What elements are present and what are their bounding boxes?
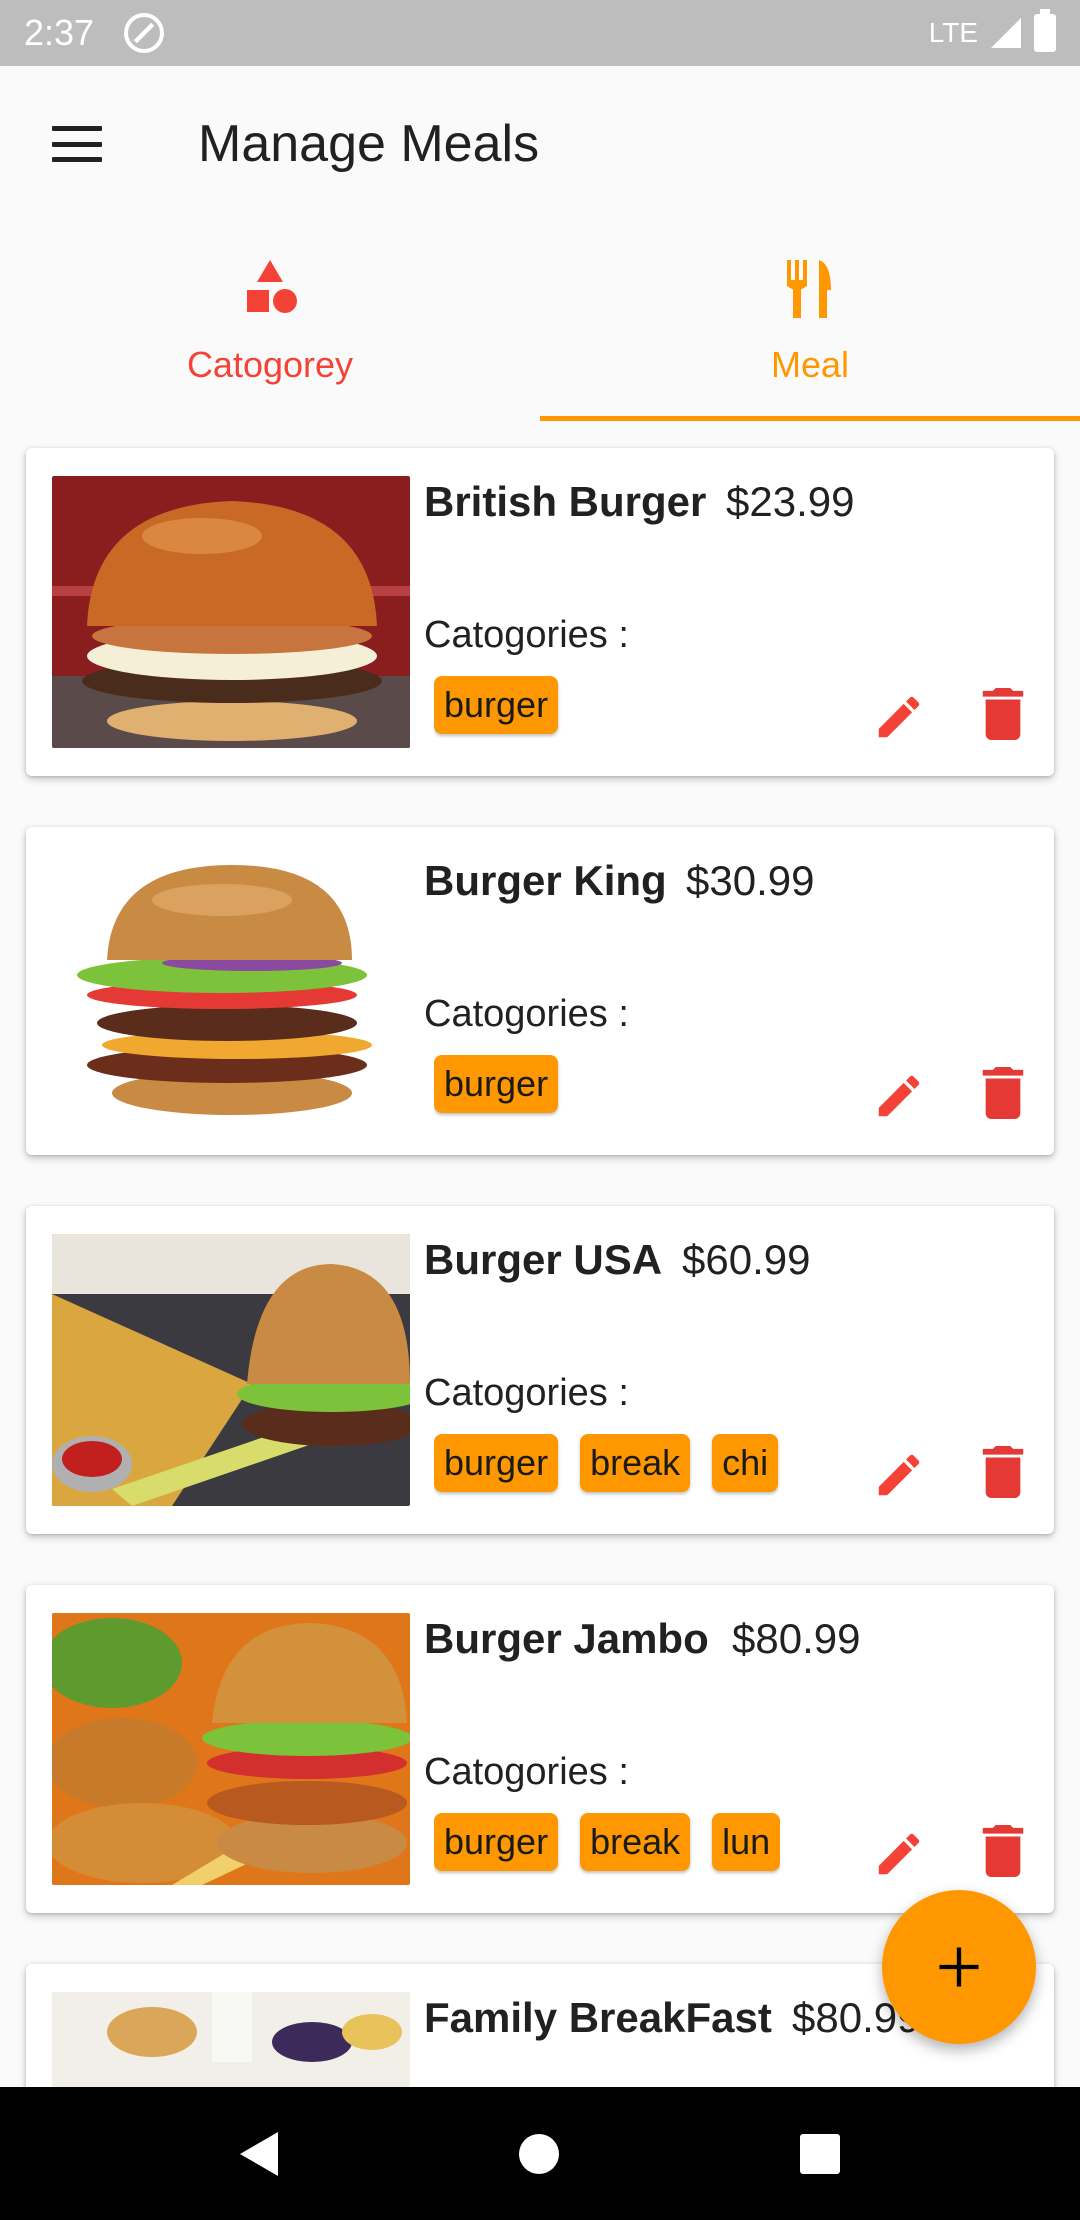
categories-label: Catogories : xyxy=(424,1751,629,1793)
tab-meal[interactable]: Meal xyxy=(540,224,1080,424)
meal-image xyxy=(52,476,410,748)
edit-icon[interactable] xyxy=(872,1448,926,1502)
status-time: 2:37 xyxy=(24,12,95,53)
delete-icon[interactable] xyxy=(982,688,1024,740)
category-chips: burger break lun xyxy=(434,1813,780,1883)
signal-icon xyxy=(991,18,1021,48)
meal-price: $80.99 xyxy=(732,1615,861,1662)
meal-image xyxy=(52,1234,410,1506)
category-chips: burger break chi xyxy=(434,1434,780,1504)
status-icons: LTE xyxy=(928,9,1056,52)
category-chip: burger xyxy=(434,1434,559,1492)
delete-icon[interactable] xyxy=(982,1446,1024,1498)
category-chip: break xyxy=(580,1434,691,1492)
page-title: Manage Meals xyxy=(198,115,540,173)
tab-bar: Catogorey Meal xyxy=(0,224,1080,424)
category-shapes-icon xyxy=(247,260,297,313)
status-bar: 2:37 LTE xyxy=(0,0,1080,66)
category-chips: burger xyxy=(434,676,780,746)
sync-icon xyxy=(124,13,165,53)
recents-icon[interactable] xyxy=(799,2133,840,2174)
categories-label: Catogories : xyxy=(424,993,629,1035)
system-nav-bar xyxy=(0,2087,1080,2220)
meal-image xyxy=(52,855,410,1127)
meal-image xyxy=(52,1992,410,2087)
category-chip: lun xyxy=(712,1813,780,1871)
meal-list[interactable]: British Burger $23.99 Catogories : burge… xyxy=(0,424,1080,2087)
add-meal-button[interactable] xyxy=(882,1890,1036,2044)
delete-icon[interactable] xyxy=(982,1067,1024,1119)
restaurant-icon xyxy=(787,260,831,318)
category-chip: burger xyxy=(434,676,559,734)
network-label: LTE xyxy=(928,17,978,48)
category-chip: burger xyxy=(434,1055,559,1113)
meal-name: British Burger xyxy=(424,478,707,525)
meal-name: Family BreakFast xyxy=(424,1994,772,2041)
edit-icon[interactable] xyxy=(872,690,926,744)
category-chip: burger xyxy=(434,1813,559,1871)
meal-price: $60.99 xyxy=(682,1236,811,1283)
meal-price: $30.99 xyxy=(686,857,815,904)
meal-name: Burger Jambo xyxy=(424,1615,709,1662)
meal-name: Burger King xyxy=(424,857,667,904)
category-chip: chi xyxy=(712,1434,779,1492)
meal-price: $23.99 xyxy=(726,478,855,525)
tab-label: Catogorey xyxy=(186,344,354,385)
category-chips: burger xyxy=(434,1055,780,1125)
meal-card[interactable]: British Burger $23.99 Catogories : burge… xyxy=(26,448,1054,776)
category-chip: break xyxy=(580,1813,691,1871)
meal-image xyxy=(52,1613,410,1885)
tab-label: Meal xyxy=(770,344,850,385)
home-icon[interactable] xyxy=(518,2133,559,2174)
app-bar: Manage Meals xyxy=(0,66,1080,224)
back-icon[interactable] xyxy=(240,2131,279,2176)
edit-icon[interactable] xyxy=(872,1827,926,1881)
meal-card[interactable]: Burger USA $60.99 Catogories : burger br… xyxy=(26,1206,1054,1534)
meal-card[interactable]: Burger King $30.99 Catogories : burger xyxy=(26,827,1054,1155)
edit-icon[interactable] xyxy=(872,1069,926,1123)
categories-label: Catogories : xyxy=(424,1372,629,1414)
meal-name: Burger USA xyxy=(424,1236,663,1283)
plus-icon xyxy=(939,1947,979,1987)
menu-icon[interactable] xyxy=(52,126,102,162)
battery-icon xyxy=(1034,9,1056,52)
tab-indicator xyxy=(540,416,1080,421)
tab-catogorey[interactable]: Catogorey xyxy=(0,224,540,424)
categories-label: Catogories : xyxy=(424,614,629,656)
meal-card[interactable]: Burger Jambo $80.99 Catogories : burger … xyxy=(26,1585,1054,1913)
delete-icon[interactable] xyxy=(982,1825,1024,1877)
